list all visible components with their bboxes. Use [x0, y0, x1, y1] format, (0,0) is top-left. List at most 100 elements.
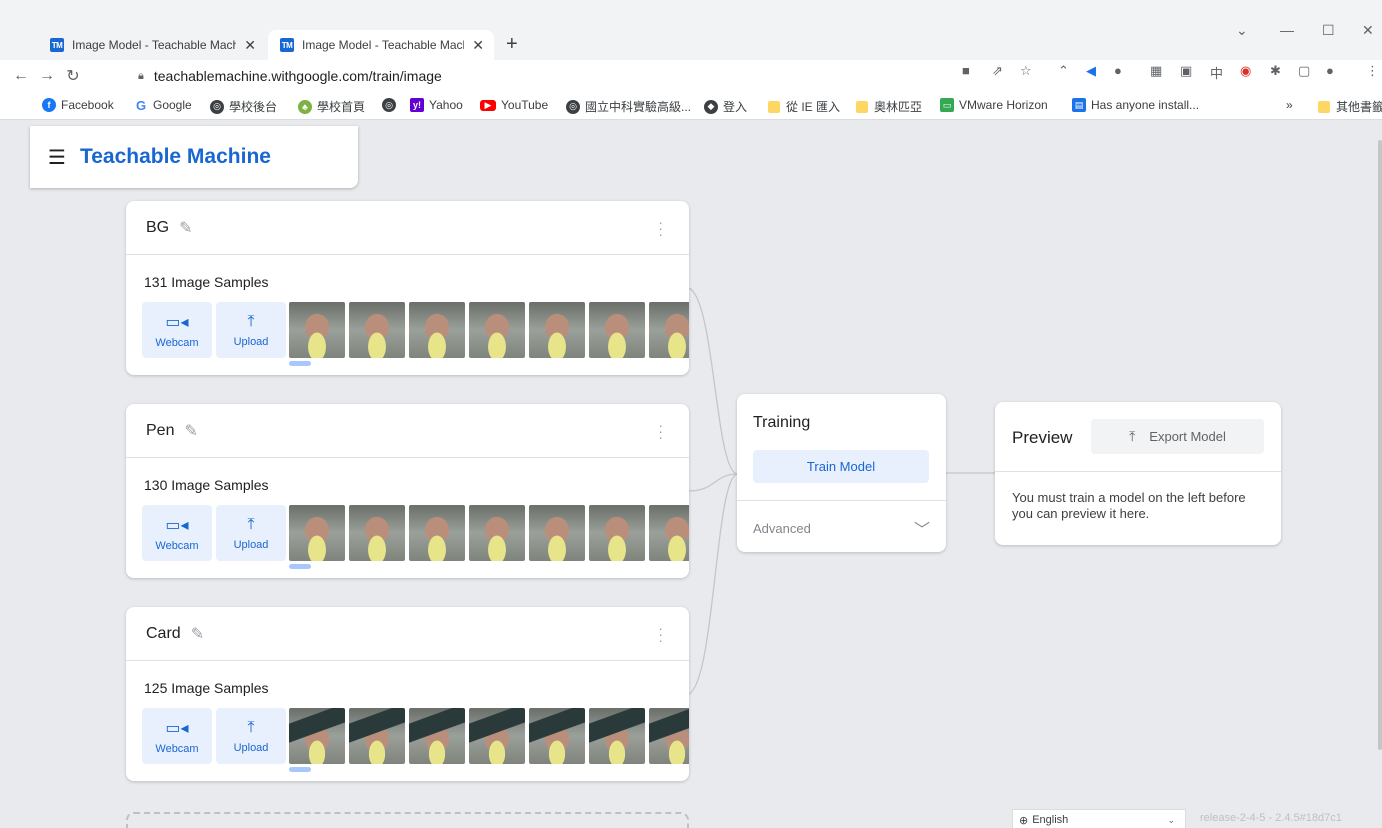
bookmark-youtube[interactable]: ▶ YouTube [480, 98, 548, 112]
close-tab-icon[interactable]: ✕ [244, 37, 256, 54]
bookmark-folder-ie[interactable]: 從 IE 匯入 [768, 98, 840, 115]
back-icon[interactable]: ← [8, 67, 34, 85]
samples-count: 125 Image Samples [144, 680, 269, 696]
sample-thumbnail[interactable] [409, 708, 465, 764]
bookmark-google[interactable]: G Google [134, 98, 192, 113]
sample-thumbnail[interactable] [589, 302, 645, 358]
sample-thumbnail[interactable] [349, 708, 405, 764]
browser-tab-active[interactable]: TM Image Model - Teachable Mach ✕ [268, 30, 494, 60]
add-class-button[interactable] [126, 812, 689, 828]
camera-icon[interactable]: ■ [962, 63, 970, 78]
close-window-icon[interactable]: ✕ [1362, 22, 1374, 39]
sample-thumbnail[interactable] [409, 302, 465, 358]
close-tab-icon[interactable]: ✕ [472, 37, 484, 54]
class-name[interactable]: Pen [146, 422, 174, 440]
sample-thumbnail[interactable] [649, 505, 689, 561]
bookmark-globe[interactable]: ◎ [382, 98, 401, 112]
kebab-menu-icon[interactable]: · · · [658, 621, 663, 647]
extension-icon[interactable]: ▣ [1180, 63, 1192, 79]
sample-thumbnail[interactable] [289, 302, 345, 358]
more-menu-icon[interactable]: ⋮ [1366, 63, 1379, 79]
pencil-icon[interactable]: ✎ [179, 218, 192, 238]
sample-thumbnail[interactable] [469, 708, 525, 764]
maximize-window-icon[interactable]: ☐ [1322, 22, 1335, 39]
sample-thumbnail[interactable] [589, 708, 645, 764]
pencil-icon[interactable]: ✎ [184, 421, 197, 441]
grammarly-icon[interactable]: ● [1114, 63, 1122, 78]
globe-icon: ◎ [382, 98, 396, 112]
upload-button[interactable]: ⤒ Upload [216, 302, 286, 358]
sample-thumbnail[interactable] [469, 505, 525, 561]
sample-thumbnail[interactable] [469, 302, 525, 358]
more-bookmarks-button[interactable]: » [1286, 98, 1293, 112]
bookmark-folder-olympia[interactable]: 奧林匹亞 [856, 98, 922, 115]
sample-thumbnail[interactable] [349, 302, 405, 358]
bookmark-school-home[interactable]: ♣ 學校首頁 [298, 98, 365, 115]
page-scrollbar[interactable] [1378, 140, 1382, 750]
thumbnail-scrollbar[interactable] [289, 361, 311, 366]
forward-icon[interactable]: → [34, 67, 60, 85]
class-name[interactable]: BG [146, 219, 169, 237]
hamburger-menu-icon[interactable]: ☰ [48, 145, 66, 170]
lock-icon: 🔒︎ [138, 69, 144, 82]
sample-thumbnail[interactable] [529, 505, 585, 561]
sample-thumbnail[interactable] [529, 302, 585, 358]
sample-thumbnail[interactable] [409, 505, 465, 561]
chinese-input-icon[interactable]: 中 [1210, 63, 1223, 82]
sample-thumbnail[interactable] [589, 505, 645, 561]
language-select[interactable]: ⊕ English ⌄ [1012, 809, 1186, 828]
export-model-button[interactable]: ⤒ Export Model [1091, 419, 1264, 454]
avatar[interactable]: ● [1326, 63, 1334, 78]
bookmark-login[interactable]: ◆ 登入 [704, 98, 747, 115]
record-icon[interactable]: ◉ [1240, 63, 1251, 79]
bookmark-label: Facebook [61, 98, 114, 112]
upload-button[interactable]: ⤒ Upload [216, 505, 286, 561]
bookmark-facebook[interactable]: f Facebook [42, 98, 114, 112]
video-camera-icon: ▭◂ [165, 516, 189, 534]
bookmark-yahoo[interactable]: y! Yahoo [410, 98, 463, 112]
bookmark-vmware[interactable]: ▭ VMware Horizon [940, 98, 1048, 112]
star-icon[interactable]: ☆ [1020, 63, 1032, 79]
extension-icon[interactable]: ⌃ [1058, 63, 1069, 79]
thumbnail-scrollbar[interactable] [289, 564, 311, 569]
megaphone-icon[interactable]: ◀ [1086, 63, 1096, 79]
webcam-button[interactable]: ▭◂ Webcam [142, 302, 212, 358]
minimize-window-icon[interactable]: — [1280, 22, 1294, 38]
bookmark-label: 從 IE 匯入 [786, 100, 841, 114]
browser-tab[interactable]: TM Image Model - Teachable Mach ✕ [38, 30, 266, 60]
webcam-button[interactable]: ▭◂ Webcam [142, 708, 212, 764]
webcam-button[interactable]: ▭◂ Webcam [142, 505, 212, 561]
puzzle-icon[interactable]: ✱ [1270, 63, 1281, 79]
chevron-down-icon[interactable]: ﹀ [914, 516, 930, 540]
bookmark-school-site[interactable]: ◎ 國立中科實驗高級... [566, 98, 691, 115]
sample-thumbnail[interactable] [529, 708, 585, 764]
bookmark-has-anyone[interactable]: ▤ Has anyone install... [1072, 98, 1199, 112]
video-camera-icon: ▭◂ [165, 719, 189, 737]
reload-icon[interactable]: ↻ [60, 66, 86, 86]
bookmark-school-admin[interactable]: ◎ 學校後台 [210, 98, 277, 115]
sample-thumbnail[interactable] [349, 505, 405, 561]
bookmark-label: 學校後台 [229, 100, 278, 114]
thumbnail-scrollbar[interactable] [289, 767, 311, 772]
kebab-menu-icon[interactable]: · · · [658, 418, 663, 444]
export-icon: ⤒ [1129, 428, 1136, 444]
address-bar[interactable]: 🔒︎ teachablemachine.withgoogle.com/train… [138, 62, 938, 90]
share-icon[interactable]: ⇗ [992, 63, 1003, 79]
sample-thumbnail[interactable] [289, 708, 345, 764]
pencil-icon[interactable]: ✎ [191, 624, 204, 644]
samples-count: 130 Image Samples [144, 477, 269, 493]
class-name[interactable]: Card [146, 625, 181, 643]
bookmark-folder-other[interactable]: 其他書籤 [1318, 98, 1382, 115]
upload-button[interactable]: ⤒ Upload [216, 708, 286, 764]
train-model-button[interactable]: Train Model [753, 450, 929, 483]
sample-thumbnail[interactable] [289, 505, 345, 561]
side-panel-icon[interactable]: ▢ [1298, 63, 1310, 79]
sample-thumbnail[interactable] [649, 708, 689, 764]
extension-icon[interactable]: ▦ [1150, 63, 1162, 79]
new-tab-icon[interactable]: + [506, 33, 518, 56]
kebab-menu-icon[interactable]: · · · [658, 215, 663, 241]
video-camera-icon: ▭◂ [165, 313, 189, 331]
advanced-toggle[interactable]: Advanced [753, 521, 811, 536]
tab-search-icon[interactable]: ⌄ [1236, 22, 1248, 39]
sample-thumbnail[interactable] [649, 302, 689, 358]
